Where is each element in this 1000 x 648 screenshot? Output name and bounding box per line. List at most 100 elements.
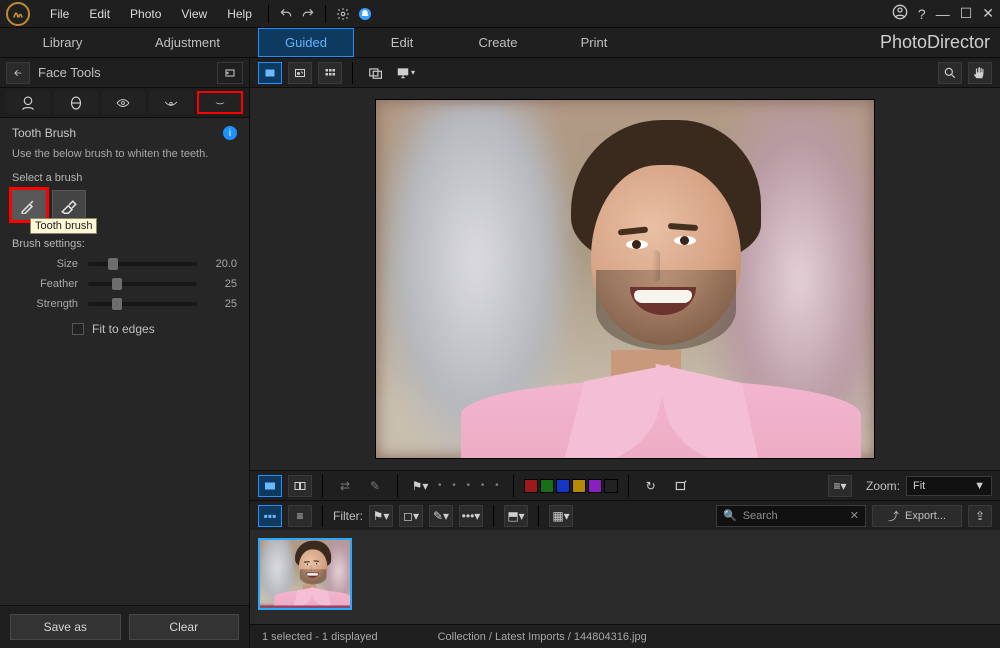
close-icon[interactable]: ✕ xyxy=(982,5,994,22)
face-tab-eye-closed[interactable] xyxy=(149,91,193,114)
user-icon[interactable] xyxy=(892,4,908,23)
label-red[interactable] xyxy=(524,479,538,493)
save-as-button[interactable]: Save as xyxy=(10,614,121,640)
maximize-icon[interactable]: ☐ xyxy=(960,5,973,22)
filter-label-icon[interactable]: ◻▾ xyxy=(399,505,423,527)
fullscreen-icon[interactable] xyxy=(363,62,387,84)
face-tab-reshape[interactable] xyxy=(54,91,98,114)
reset-panel-icon[interactable] xyxy=(217,62,243,84)
color-filter-icon[interactable]: ▦▾ xyxy=(549,505,573,527)
redo-icon[interactable] xyxy=(297,3,319,25)
compare-off-icon[interactable] xyxy=(258,475,282,497)
gear-icon[interactable] xyxy=(332,3,354,25)
pen-icon[interactable]: ✎ xyxy=(363,475,387,497)
separator xyxy=(628,475,629,497)
nav-library[interactable]: Library xyxy=(0,28,125,57)
separator xyxy=(322,475,323,497)
label-yellow[interactable] xyxy=(572,479,586,493)
slider-strength[interactable]: Strength 25 xyxy=(12,298,237,310)
label-green[interactable] xyxy=(540,479,554,493)
slider-size-value: 20.0 xyxy=(207,258,237,270)
menu-view[interactable]: View xyxy=(171,0,217,27)
slider-size[interactable]: Size 20.0 xyxy=(12,258,237,270)
secondary-display-icon[interactable]: ▾ xyxy=(393,62,417,84)
left-panel: Face Tools Tooth Brush i Use the below b… xyxy=(0,58,250,648)
workspace: Face Tools Tooth Brush i Use the below b… xyxy=(0,58,1000,648)
status-selection: 1 selected - 1 displayed xyxy=(262,631,378,643)
crop-icon[interactable] xyxy=(669,475,693,497)
face-tab-teeth[interactable] xyxy=(197,91,243,114)
filter-rating-icon[interactable]: •••▾ xyxy=(459,505,483,527)
notification-icon[interactable] xyxy=(354,3,376,25)
sort-icon[interactable]: ≡▾ xyxy=(828,475,852,497)
rotate-icon[interactable]: ↻ xyxy=(639,475,663,497)
nav-adjustment[interactable]: Adjustment xyxy=(125,28,250,57)
nav-print[interactable]: Print xyxy=(546,28,642,57)
zoom-tool-icon[interactable] xyxy=(938,62,962,84)
nav-edit[interactable]: Edit xyxy=(354,28,450,57)
nav-guided[interactable]: Guided xyxy=(258,28,354,57)
nav-create[interactable]: Create xyxy=(450,28,546,57)
brush-picker: Tooth brush xyxy=(12,190,237,220)
panel-header: Face Tools xyxy=(0,58,249,88)
view-single-icon[interactable] xyxy=(258,62,282,84)
rating-dots[interactable]: • • • • • xyxy=(438,480,503,491)
separator xyxy=(322,505,323,527)
slider-strength-track[interactable] xyxy=(88,302,197,306)
clear-button[interactable]: Clear xyxy=(129,614,240,640)
label-purple[interactable] xyxy=(588,479,602,493)
compare-split-icon[interactable] xyxy=(288,475,312,497)
view-grid-icon[interactable] xyxy=(318,62,342,84)
minimize-icon[interactable]: — xyxy=(936,6,950,22)
canvas[interactable] xyxy=(250,88,1000,470)
tooltip: Tooth brush xyxy=(30,218,97,234)
slider-size-label: Size xyxy=(12,258,78,270)
separator xyxy=(325,5,326,23)
label-none[interactable] xyxy=(604,479,618,493)
label-blue[interactable] xyxy=(556,479,570,493)
face-tab-skin[interactable] xyxy=(6,91,50,114)
thumb-size-small-icon[interactable]: ▪▪▪ xyxy=(258,505,282,527)
help-icon[interactable]: ? xyxy=(918,6,926,22)
filter-edited-icon[interactable]: ✎▾ xyxy=(429,505,453,527)
search-icon: 🔍 xyxy=(723,509,737,522)
menu-help[interactable]: Help xyxy=(217,0,262,27)
color-labels[interactable] xyxy=(524,479,618,493)
thumbnail[interactable] xyxy=(258,538,352,610)
stack-icon[interactable]: ⬒▾ xyxy=(504,505,528,527)
fit-edges-checkbox[interactable] xyxy=(72,323,84,335)
fit-edges-row[interactable]: Fit to edges xyxy=(12,322,237,336)
brush-tooth[interactable] xyxy=(12,190,46,220)
section-hint: Use the below brush to whiten the teeth. xyxy=(12,148,237,160)
menu-edit[interactable]: Edit xyxy=(79,0,120,27)
status-path: Collection / Latest Imports / 144804316.… xyxy=(438,631,647,643)
slider-size-track[interactable] xyxy=(88,262,197,266)
menu-file[interactable]: File xyxy=(40,0,79,27)
search-input[interactable]: 🔍 Search ✕ xyxy=(716,505,866,527)
filter-flag-icon[interactable]: ⚑▾ xyxy=(369,505,393,527)
export-button[interactable]: ⤴ Export... xyxy=(872,505,962,527)
flag-icon[interactable]: ⚑▾ xyxy=(408,475,432,497)
share-icon[interactable]: ⇪ xyxy=(968,505,992,527)
filter-label: Filter: xyxy=(333,509,363,523)
back-icon[interactable] xyxy=(6,62,30,84)
undo-icon[interactable] xyxy=(275,3,297,25)
zoom-label: Zoom: xyxy=(866,479,900,493)
swap-icon[interactable]: ⇄ xyxy=(333,475,357,497)
slider-feather[interactable]: Feather 25 xyxy=(12,278,237,290)
menu-photo[interactable]: Photo xyxy=(120,0,171,27)
view-compare-icon[interactable] xyxy=(288,62,312,84)
separator xyxy=(513,475,514,497)
zoom-select[interactable]: Fit▼ xyxy=(906,476,992,496)
face-tab-eye-open[interactable] xyxy=(102,91,146,114)
pan-tool-icon[interactable] xyxy=(968,62,992,84)
slider-feather-track[interactable] xyxy=(88,282,197,286)
clear-search-icon[interactable]: ✕ xyxy=(850,509,859,522)
info-icon[interactable]: i xyxy=(223,126,237,140)
window-controls: ? — ☐ ✕ xyxy=(892,4,994,23)
right-pane: ▾ xyxy=(250,58,1000,648)
slider-strength-value: 25 xyxy=(207,298,237,310)
section-title-row: Tooth Brush i xyxy=(12,126,237,140)
brush-eraser[interactable] xyxy=(52,190,86,220)
thumb-list-icon[interactable]: ≡ xyxy=(288,505,312,527)
